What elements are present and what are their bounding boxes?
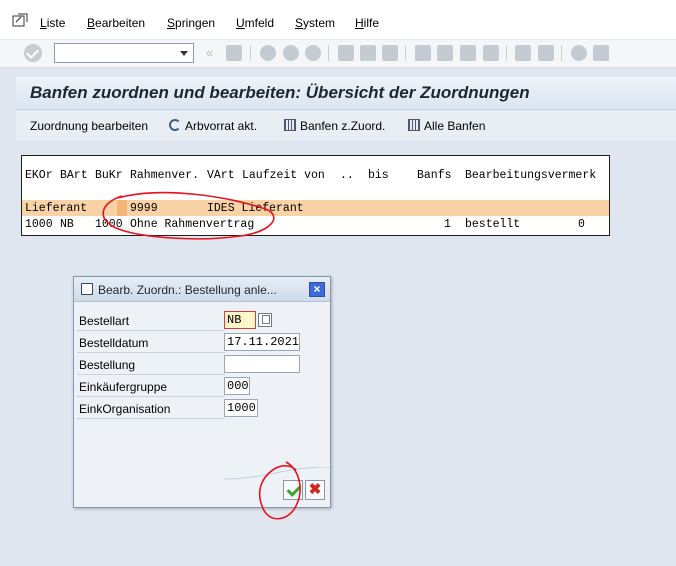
arbvorrat-button[interactable]: Arbvorrat akt. [169,119,257,133]
first-page-icon[interactable] [415,45,431,61]
menu-liste[interactable]: Liste [40,16,65,30]
back-icon[interactable] [260,45,276,61]
field-row-einkorganisation: EinkOrganisation [77,399,225,419]
bestellart-label: Bestellart [79,314,130,328]
list-icon [284,119,296,131]
menu-hilfe[interactable]: Hilfe [355,16,379,30]
bestellung-input[interactable] [224,355,300,373]
layout-menu-icon[interactable] [593,45,609,61]
toolbar-separator [506,45,507,61]
menu-system[interactable]: System [295,16,335,30]
list-group-row[interactable]: Lieferant 9999 IDES Lieferant [22,200,609,216]
toolbar-separator [250,45,251,61]
field-row-bestellart: Bestellart [77,311,225,331]
close-icon[interactable]: × [309,282,325,297]
toolbar-separator [405,45,406,61]
page-title: Banfen zuordnen und bearbeiten: Übersich… [30,83,530,102]
chevron-down-icon[interactable] [175,44,193,62]
cancel-icon[interactable] [305,45,321,61]
einkorganisation-label: EinkOrganisation [79,402,171,416]
menu-bearbeiten[interactable]: Bearbeiten [87,16,145,30]
field-row-bestelldatum: Bestelldatum [77,333,225,353]
list-icon [408,119,420,131]
menu-umfeld[interactable]: Umfeld [236,16,274,30]
toolbar-separator [561,45,562,61]
list-header: EKOr BArt BuKr Rahmenver. VArt Laufzeit … [25,169,597,182]
find-next-icon[interactable] [382,45,398,61]
application-toolbar: Zuordnung bearbeiten Arbvorrat akt. Banf… [16,111,676,141]
save-icon[interactable] [226,45,242,61]
system-menu-icon[interactable] [12,13,28,27]
continue-button[interactable] [283,480,303,500]
exit-icon[interactable] [283,45,299,61]
cancel-button[interactable]: ✖ [305,480,325,500]
value-help-icon[interactable] [258,313,272,327]
next-page-icon[interactable] [460,45,476,61]
dialog-footer: ✖ [74,467,330,507]
einkaeufergruppe-input[interactable]: 000 [224,377,250,395]
bestellung-label: Bestellung [79,358,136,372]
banfen-zuord-button[interactable]: Banfen z.Zuord. [284,119,385,133]
alle-banfen-button[interactable]: Alle Banfen [408,119,485,133]
dialog-title: Bearb. Zuordn.: Bestellung anle... [98,283,277,297]
command-input[interactable] [55,44,173,62]
title-bar: Banfen zuordnen und bearbeiten: Übersich… [16,77,676,110]
refresh-icon [169,119,181,131]
menu-bar: Liste Bearbeiten Springen Umfeld System … [0,0,676,40]
last-page-icon[interactable] [483,45,499,61]
bestelldatum-label: Bestelldatum [79,336,149,350]
bestelldatum-input[interactable]: 17.11.2021 [224,333,300,351]
find-icon[interactable] [360,45,376,61]
standard-toolbar: « [0,40,676,68]
dialog-edit-icon [81,283,93,295]
enter-icon[interactable] [24,44,42,62]
dialog-bestellung-anlegen: Bearb. Zuordn.: Bestellung anle... × Bes… [73,276,331,508]
field-row-einkaeufergruppe: Einkäufergruppe [77,377,225,397]
help-icon[interactable] [571,45,587,61]
toolbar-separator [328,45,329,61]
print-icon[interactable] [338,45,354,61]
command-field[interactable] [54,43,194,63]
einkaeufergruppe-label: Einkäufergruppe [79,380,168,394]
dialog-title-bar: Bearb. Zuordn.: Bestellung anle... × [74,277,330,302]
field-row-bestellung: Bestellung [77,355,225,375]
zuordnung-bearbeiten-button[interactable]: Zuordnung bearbeiten [30,119,148,133]
bestellart-input[interactable]: NB [224,311,256,329]
shortcut-icon[interactable] [538,45,554,61]
collapse-icon[interactable]: « [206,45,213,60]
group-marker [117,200,127,216]
menu-springen[interactable]: Springen [167,16,215,30]
list-data-row[interactable]: 1000 NB 1000 Ohne Rahmenvertrag 1 bestel… [22,216,609,232]
new-session-icon[interactable] [515,45,531,61]
previous-page-icon[interactable] [437,45,453,61]
einkorganisation-input[interactable]: 1000 [224,399,258,417]
assignment-list: EKOr BArt BuKr Rahmenver. VArt Laufzeit … [21,155,610,236]
